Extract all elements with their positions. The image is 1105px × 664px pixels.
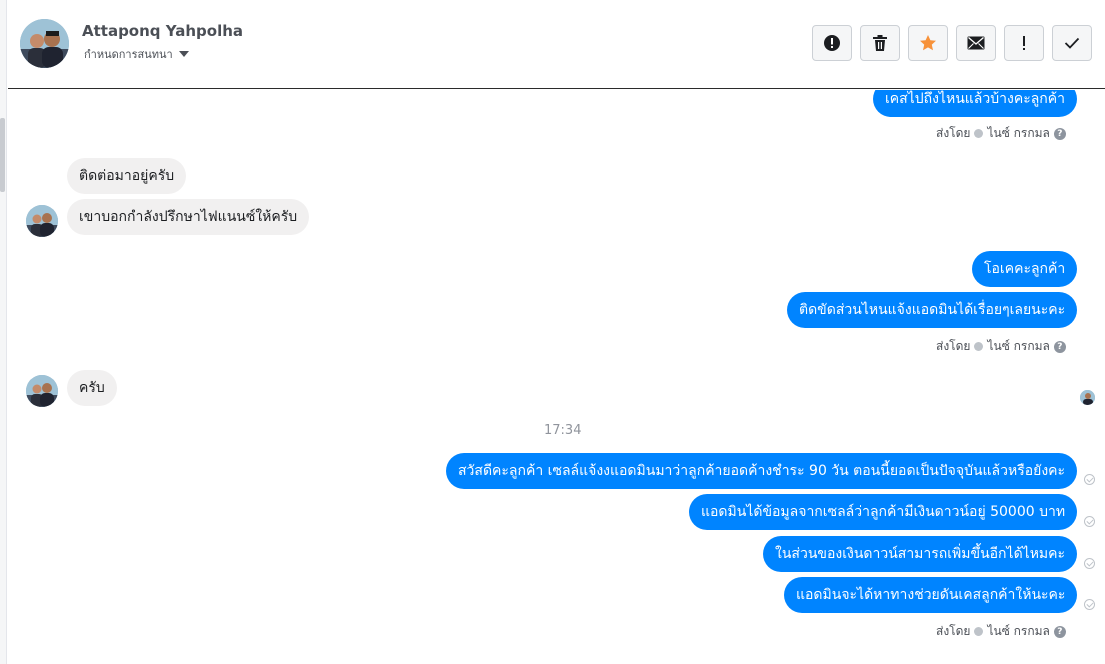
help-icon[interactable]: ? xyxy=(1053,127,1066,140)
verified-icon xyxy=(974,342,984,351)
conversation-options[interactable]: กำหนดการสนทนา xyxy=(84,45,189,63)
contact-avatar-small[interactable] xyxy=(26,375,58,407)
help-icon[interactable]: ? xyxy=(1053,340,1066,353)
star-icon xyxy=(920,35,936,51)
seen-avatar xyxy=(1080,390,1095,405)
mark-done-button[interactable] xyxy=(1052,25,1092,61)
contact-avatar-small[interactable] xyxy=(26,205,58,237)
message-outgoing[interactable]: แอดมินจะได้หาทางช่วยดันเคสลูกค้าให้นะคะ xyxy=(784,577,1078,613)
trash-icon xyxy=(873,35,887,51)
message-timestamp: 17:34 xyxy=(544,423,582,438)
delivered-check-icon xyxy=(1084,474,1095,485)
message-outgoing[interactable]: โอเคคะลูกค้า xyxy=(972,251,1078,287)
mark-spam-button[interactable] xyxy=(812,25,852,61)
contact-name[interactable]: Attaponq Yahpolha xyxy=(82,22,243,40)
contact-avatar[interactable] xyxy=(20,19,69,68)
sender-name[interactable]: ไนซ์ กรกมล xyxy=(987,124,1049,143)
sent-by-info: ส่งโดย ไนซ์ กรกมล ? xyxy=(936,622,1066,641)
message-thread[interactable]: เคสไปถึงไหนแล้วบ้างคะลูกค้า ส่งโดย ไนซ์ … xyxy=(8,90,1105,664)
message-incoming[interactable]: ติดต่อมาอยู่ครับ xyxy=(67,158,187,194)
messenger-window: Attaponq Yahpolha กำหนดการสนทนา เคสไปถึง… xyxy=(0,0,1105,664)
message-outgoing[interactable]: สวัสดีคะลูกค้า เซลล์แจ้งงแอดมินมาว่าลูกค… xyxy=(446,453,1078,489)
caret-down-icon[interactable] xyxy=(178,51,189,57)
message-outgoing[interactable]: เคสไปถึงไหนแล้วบ้างคะลูกค้า xyxy=(873,90,1077,117)
exclamation-icon xyxy=(1023,36,1025,50)
sent-by-info: ส่งโดย ไนซ์ กรกมล ? xyxy=(936,337,1066,356)
sent-by-prefix: ส่งโดย xyxy=(936,339,971,353)
mark-unread-button[interactable] xyxy=(956,25,996,61)
sender-name[interactable]: ไนซ์ กรกมล xyxy=(987,622,1049,641)
conversation-header: Attaponq Yahpolha กำหนดการสนทนา xyxy=(8,0,1105,89)
message-outgoing[interactable]: ในส่วนของเงินดาวน์สามารถเพิ่มขึ้นอีกได้ไ… xyxy=(763,536,1078,572)
star-button[interactable] xyxy=(908,25,948,61)
sent-by-prefix: ส่งโดย xyxy=(936,126,971,140)
delivered-check-icon xyxy=(1084,558,1095,569)
follow-up-button[interactable] xyxy=(1004,25,1044,61)
left-scrollbar[interactable] xyxy=(0,118,5,192)
exclamation-circle-icon xyxy=(824,35,840,51)
conversation-options-label: กำหนดการสนทนา xyxy=(84,48,173,61)
header-toolbar xyxy=(812,25,1092,61)
check-icon xyxy=(1064,37,1080,49)
delivered-check-icon xyxy=(1084,516,1095,527)
message-outgoing[interactable]: ติดขัดส่วนไหนแจ้งแอดมินได้เรื่อยๆเลยนะคะ xyxy=(787,292,1078,328)
verified-icon xyxy=(974,627,984,636)
delivered-check-icon xyxy=(1084,599,1095,610)
verified-icon xyxy=(974,129,984,138)
sender-name[interactable]: ไนซ์ กรกมล xyxy=(987,337,1049,356)
left-panel-edge xyxy=(0,0,7,664)
help-icon[interactable]: ? xyxy=(1053,625,1066,638)
message-outgoing[interactable]: แอดมินได้ข้อมูลจากเซลล์ว่าลูกค้ามีเงินดา… xyxy=(689,494,1078,530)
delete-button[interactable] xyxy=(860,25,900,61)
message-incoming[interactable]: เขาบอกกำลังปรึกษาไฟแนนซ์ให้ครับ xyxy=(67,199,310,235)
envelope-icon xyxy=(967,36,985,50)
sent-by-prefix: ส่งโดย xyxy=(936,624,971,638)
message-incoming[interactable]: ครับ xyxy=(67,370,117,406)
sent-by-info: ส่งโดย ไนซ์ กรกมล ? xyxy=(936,124,1066,143)
